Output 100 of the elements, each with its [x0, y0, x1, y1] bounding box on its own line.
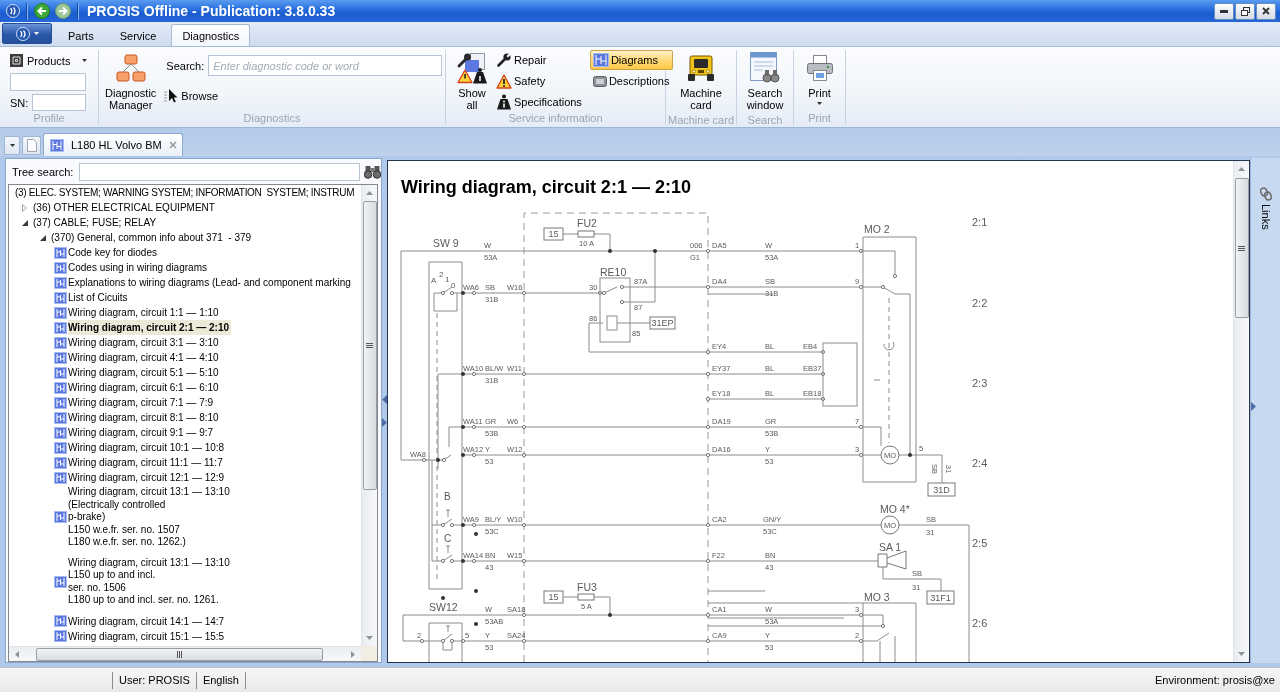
diagram-icon	[54, 441, 67, 454]
tree-item[interactable]: Wiring diagram, circuit 1:1 — 1:10	[54, 305, 221, 320]
horizontal-scrollbar[interactable]	[9, 646, 361, 661]
close-button[interactable]	[1256, 2, 1276, 20]
junction-dot	[461, 559, 465, 563]
tree-item[interactable]: Wiring diagram, circuit 12:1 — 12:9	[54, 470, 227, 485]
filter-button[interactable]: Repair	[493, 50, 586, 70]
tree-item[interactable]: Wiring diagram, circuit 8:1 — 8:10	[54, 410, 221, 425]
minimize-icon	[1220, 9, 1228, 13]
minimize-button[interactable]	[1214, 2, 1234, 20]
browse-button[interactable]: Browse	[164, 88, 443, 103]
org-chart-icon	[115, 54, 146, 82]
tree-search-field[interactable]	[79, 162, 360, 181]
triangle-right-icon[interactable]	[1251, 401, 1256, 411]
tree-item[interactable]: Wiring diagram, circuit 6:1 — 6:10	[54, 380, 221, 395]
tree-item[interactable]: (370) General, common info about 371 - 379	[51, 230, 252, 245]
links-tab[interactable]: Links	[1259, 185, 1272, 232]
serial-number-field[interactable]	[32, 94, 87, 111]
tree-item[interactable]: Code key for diodes	[54, 245, 159, 260]
search-window-button[interactable]: Search window	[743, 50, 787, 113]
scroll-left-arrow-icon[interactable]	[15, 650, 19, 658]
tree-item[interactable]: (3) ELEC. SYSTEM; WARNING SYSTEM; INFORMATION SYSTEM; INSTRUM	[15, 185, 355, 200]
tree-item[interactable]: Wiring diagram, circuit 11:1 — 11:7	[54, 455, 225, 470]
scroll-up-arrow-icon[interactable]	[366, 191, 373, 195]
search-label: Search:	[166, 59, 205, 72]
diagram-icon	[54, 575, 67, 588]
status-user: User: PROSIS	[113, 671, 197, 689]
close-icon[interactable]	[168, 141, 177, 149]
diagram-icon	[54, 291, 67, 304]
new-document-button[interactable]	[22, 136, 41, 155]
filter-button[interactable]: Safety	[493, 71, 586, 91]
tree-item[interactable]: (36) OTHER ELECTRICAL EQUIPMENT	[33, 200, 215, 215]
forward-arrow-icon[interactable]	[55, 3, 71, 19]
scrollbar-thumb[interactable]	[1234, 178, 1249, 318]
diagnostic-manager-button[interactable]: Diagnostic Manager	[102, 50, 160, 113]
ribbon-tab[interactable]: Parts	[57, 24, 105, 46]
vehicle-front-icon	[687, 54, 715, 82]
show-all-button[interactable]: Show all	[453, 50, 491, 113]
tools-warning-icon	[456, 52, 488, 84]
triangle-left-icon[interactable]	[382, 394, 387, 404]
scrollbar-thumb[interactable]	[362, 201, 377, 490]
position-label: 2	[439, 270, 444, 279]
terminal-label: 15	[543, 590, 564, 604]
scroll-down-arrow-icon[interactable]	[366, 636, 373, 640]
diagram-icon	[54, 351, 67, 364]
scroll-right-arrow-icon[interactable]	[351, 650, 355, 658]
scroll-down-arrow-icon[interactable]	[1238, 652, 1245, 656]
diagram-icon	[54, 366, 67, 379]
group-label: Print	[808, 111, 831, 125]
restore-button[interactable]	[1235, 2, 1255, 20]
tree-item[interactable]: Wiring diagram, circuit 13:1 — 13:10 (Electrically controlled p-brake) L150 w.e.fr. ser. no. 1507 L180 w.e.fr. ser. no. 1262.)	[54, 486, 232, 549]
back-arrow-icon[interactable]	[34, 3, 50, 19]
tree-item[interactable]: (37) CABLE; FUSE; RELAY	[33, 215, 157, 230]
junction-dot	[441, 596, 445, 600]
tree-item[interactable]: Wiring diagram, circuit 9:1 — 9:7	[54, 425, 216, 440]
position-label: B	[444, 491, 451, 502]
terminal-label: 31D	[927, 482, 956, 497]
expanded-arrow-icon[interactable]	[22, 219, 28, 226]
app-menu-button[interactable]	[2, 23, 52, 44]
junction-dot	[461, 291, 465, 295]
diagram-icon	[54, 471, 67, 484]
tree-item[interactable]: List of Cicuits	[54, 290, 130, 305]
tree-item[interactable]: Wiring diagram, circuit 15:1 — 15:5	[54, 628, 227, 644]
document-tab[interactable]: L180 HL Volvo BM	[43, 133, 183, 156]
filter-button[interactable]: Descriptions	[589, 71, 674, 91]
diagram-icon	[54, 511, 67, 524]
terminal-label: 31EP	[649, 316, 676, 330]
ribbon-tab[interactable]: Service	[108, 24, 168, 46]
vertical-scrollbar[interactable]	[1233, 161, 1249, 662]
tree-item[interactable]: Wiring diagram, circuit 3:1 — 3:10	[54, 335, 221, 350]
scroll-up-arrow-icon[interactable]	[1238, 167, 1245, 171]
search-field[interactable]: Enter diagnostic code or word	[208, 55, 443, 76]
caret-down-icon	[33, 32, 39, 35]
tree-item[interactable]: Wiring diagram, circuit 14:1 — 14:7	[54, 613, 227, 629]
binoculars-icon[interactable]	[364, 164, 381, 179]
filter-button[interactable]: Specifications	[493, 92, 586, 112]
tab-list-button[interactable]	[4, 136, 20, 155]
machine-card-button[interactable]: Machine card	[677, 50, 725, 113]
tree-item[interactable]: Explanations to wiring diagrams (Lead- and component marking	[54, 275, 353, 290]
tree-item[interactable]: Wiring diagram, circuit 10:1 — 10:8	[54, 440, 227, 455]
section-marker: 2:4	[972, 457, 988, 469]
filter-button[interactable]: Diagrams	[589, 50, 674, 70]
diagram-icon	[54, 261, 67, 274]
scrollbar-thumb[interactable]	[36, 647, 323, 661]
product-field[interactable]	[10, 73, 86, 91]
tree-item[interactable]: Wiring diagram, circuit 13:1 — 13:10 L150 up to and incl. ser. no. 1506 L180 up to and incl. ser. no. 1261.	[54, 556, 232, 607]
diagram-icon	[54, 456, 67, 469]
tree-item[interactable]: Codes using in wiring diagrams	[54, 260, 209, 275]
tree-item[interactable]: Wiring diagram, circuit 4:1 — 4:10	[54, 350, 221, 365]
triangle-right-icon[interactable]	[382, 417, 387, 427]
component-label: MO 2	[864, 223, 890, 235]
position-label: A	[431, 276, 437, 285]
print-button[interactable]: Print	[802, 50, 837, 111]
expanded-arrow-icon[interactable]	[40, 234, 46, 241]
tree-item[interactable]: Wiring diagram, circuit 7:1 — 7:9	[54, 395, 216, 410]
ribbon-tab[interactable]: Diagnostics	[171, 24, 251, 47]
tree-item[interactable]: Wiring diagram, circuit 5:1 — 5:10	[54, 365, 221, 380]
vertical-scrollbar[interactable]	[361, 185, 377, 646]
products-button[interactable]: Products	[10, 52, 88, 69]
collapsed-arrow-icon[interactable]	[22, 203, 27, 212]
